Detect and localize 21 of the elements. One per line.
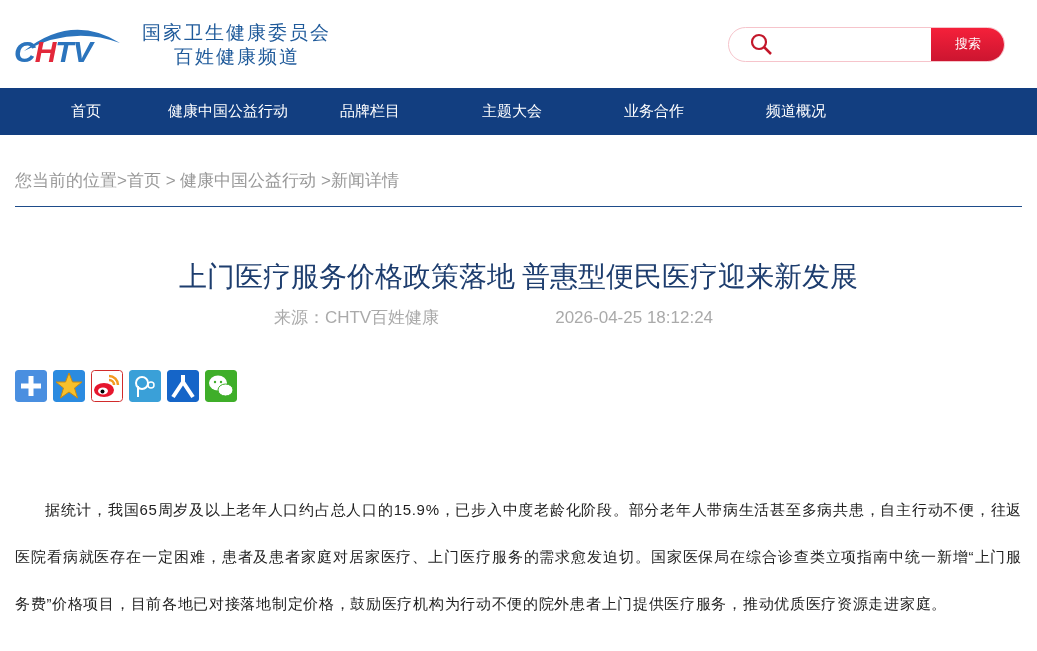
nav-link[interactable]: 品牌栏目 bbox=[299, 100, 441, 123]
nav-link[interactable]: 主题大会 bbox=[441, 100, 583, 123]
search-icon bbox=[749, 32, 773, 56]
org-name: 国家卫生健康委员会 bbox=[142, 20, 331, 44]
logo-letter: C bbox=[14, 37, 35, 67]
nav-link[interactable]: 业务合作 bbox=[583, 100, 725, 123]
nav-link[interactable]: 健康中国公益行动 bbox=[157, 100, 299, 123]
channel-name: 百姓健康频道 bbox=[173, 44, 300, 68]
nav-link[interactable]: 频道概况 bbox=[725, 100, 867, 123]
article-date: 2026-04-25 18:12:24 bbox=[555, 307, 714, 329]
wechat-icon[interactable] bbox=[205, 369, 237, 402]
nav-link[interactable]: 首页 bbox=[15, 100, 157, 123]
article-source: 来源：CHTV百姓健康 bbox=[273, 307, 440, 329]
article-title: 上门医疗服务价格政策落地 普惠型便民医疗迎来新发展 bbox=[177, 260, 860, 294]
article-paragraph: 据统计，我国65周岁及以上老年人口约占总人口的15.9%，已步入中度老龄化阶段。部分老年人带病生活甚至多病共患，自主行动不便，往返医院看病就医存在一定困难，患者及患者家庭对居家医疗、上门医疗服务的需求愈发迫切。国家医保局在综合诊查类立项指南中统一新增“上门服务费”价格项目，目前各地已对接落地制定价格，鼓励医疗机构为行动不便的院外患者上门提供医疗服务，推动优质医疗资源走进家庭。 bbox=[15, 499, 1022, 614]
person-icon[interactable] bbox=[167, 369, 199, 402]
plus-icon[interactable] bbox=[15, 369, 47, 402]
logo-letter: H bbox=[34, 37, 56, 67]
weibo-icon[interactable] bbox=[91, 369, 123, 402]
search-button[interactable]: 搜索 bbox=[931, 27, 1004, 61]
breadcrumb: 您当前的位置>首页 > 健康中国公益行动 >新闻详情 bbox=[15, 170, 400, 192]
